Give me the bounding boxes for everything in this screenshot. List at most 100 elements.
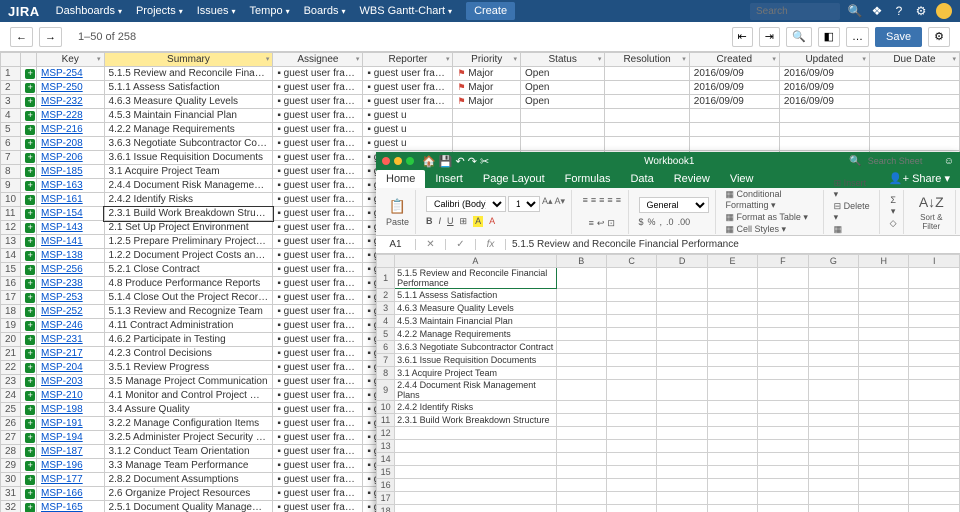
cell-G9[interactable] [808,380,858,401]
menu-dashboards[interactable]: Dashboards▾ [50,2,128,20]
add-cell[interactable]: + [21,459,37,473]
cell-C2[interactable] [606,289,656,302]
assignee-cell[interactable]: ▪ guest user france [273,137,363,151]
assignee-cell[interactable]: ▪ guest user france [273,403,363,417]
sort-group[interactable]: A↓ZSort & Filter [908,190,956,234]
summary-cell[interactable]: 5.2.1 Close Contract [104,263,273,277]
cell-E7[interactable] [707,354,757,367]
key-cell[interactable]: MSP-256 [37,263,105,277]
add-cell[interactable]: + [21,263,37,277]
excel-col-H[interactable]: H [859,255,909,268]
create-button[interactable]: Create [466,2,515,20]
size-select[interactable]: 12 [508,196,540,212]
cell-F17[interactable] [758,492,808,505]
add-icon[interactable]: + [25,503,35,512]
align-right[interactable]: ≡ [589,218,594,228]
assignee-cell[interactable]: ▪ guest user france [273,473,363,487]
formula-text[interactable]: 5.1.5 Review and Reconcile Financial Per… [506,239,960,250]
add-cell[interactable]: + [21,165,37,179]
summary-cell[interactable]: 2.4.2 Identify Risks [104,193,273,207]
cell-B8[interactable] [556,367,606,380]
summary-cell[interactable]: 2.3.1 Build Work Breakdown Structure [104,207,273,221]
cell-B4[interactable] [556,315,606,328]
reporter-cell[interactable]: ▪ guest u [363,109,453,123]
menu-tempo[interactable]: Tempo▾ [244,2,296,20]
quick-access[interactable]: 🏠 💾 ↶ ↷ ✂ [422,155,489,168]
key-cell[interactable]: MSP-232 [37,95,105,109]
cell-H18[interactable] [859,505,909,512]
add-icon[interactable]: + [25,97,35,107]
key-cell[interactable]: MSP-250 [37,81,105,95]
add-cell[interactable]: + [21,67,37,81]
add-cell[interactable]: + [21,235,37,249]
key-cell[interactable]: MSP-238 [37,277,105,291]
excel-rownum[interactable]: 7 [377,354,395,367]
excel-col-A[interactable]: A [395,255,556,268]
col-Assignee[interactable]: Assignee▾ [273,53,363,67]
excel-rownum[interactable]: 10 [377,401,395,414]
cell-F12[interactable] [758,427,808,440]
key-cell[interactable]: MSP-138 [37,249,105,263]
cell-A7[interactable]: 3.6.1 Issue Requisition Documents [395,354,556,367]
col-Updated[interactable]: Updated▾ [779,53,869,67]
cell-G4[interactable] [808,315,858,328]
cell-A2[interactable]: 5.1.1 Assess Satisfaction [395,289,556,302]
add-cell[interactable]: + [21,291,37,305]
issue-link[interactable]: MSP-228 [41,110,83,121]
cell-D5[interactable] [657,328,707,341]
add-cell[interactable]: + [21,389,37,403]
cell-G1[interactable] [808,268,858,289]
add-icon[interactable]: + [25,153,35,163]
cell-C14[interactable] [606,453,656,466]
cell-D18[interactable] [657,505,707,512]
add-icon[interactable]: + [25,419,35,429]
cell-A17[interactable] [395,492,556,505]
issue-link[interactable]: MSP-165 [41,502,83,512]
excel-rownum[interactable]: 17 [377,492,395,505]
cell-I9[interactable] [909,380,960,401]
add-cell[interactable]: + [21,277,37,291]
issue-link[interactable]: MSP-232 [41,96,83,107]
col-Priority[interactable]: Priority▾ [453,53,521,67]
sheet-search[interactable] [868,156,938,166]
issue-link[interactable]: MSP-246 [41,320,83,331]
font-color[interactable]: A [489,216,495,227]
cell-C13[interactable] [606,440,656,453]
cell-H10[interactable] [859,401,909,414]
add-cell[interactable]: + [21,249,37,263]
border-button[interactable]: ⊞ [460,216,468,227]
assignee-cell[interactable]: ▪ guest user france [273,151,363,165]
add-cell[interactable]: + [21,81,37,95]
key-cell[interactable]: MSP-253 [37,291,105,305]
add-icon[interactable]: + [25,279,35,289]
cell-E13[interactable] [707,440,757,453]
add-cell[interactable]: + [21,487,37,501]
excel-rownum[interactable]: 3 [377,302,395,315]
add-cell[interactable]: + [21,109,37,123]
summary-cell[interactable]: 3.3 Manage Team Performance [104,459,273,473]
assignee-cell[interactable]: ▪ guest user france [273,305,363,319]
fill[interactable]: ▾ [891,206,896,217]
col-Reporter[interactable]: Reporter▾ [363,53,453,67]
cell-H1[interactable] [859,268,909,289]
key-cell[interactable]: MSP-217 [37,347,105,361]
cell-E2[interactable] [707,289,757,302]
cell-H4[interactable] [859,315,909,328]
summary-cell[interactable]: 4.2.2 Manage Requirements [104,123,273,137]
cell-I12[interactable] [909,427,960,440]
summary-cell[interactable]: 3.6.3 Negotiate Subcontractor Contract [104,137,273,151]
cell-C3[interactable] [606,302,656,315]
excel-col-B[interactable]: B [556,255,606,268]
cancel-icon[interactable]: ✕ [416,239,446,250]
assignee-cell[interactable]: ▪ guest user france [273,347,363,361]
issue-link[interactable]: MSP-198 [41,404,83,415]
summary-cell[interactable]: 2.8.2 Document Assumptions [104,473,273,487]
assignee-cell[interactable]: ▪ guest user france [273,417,363,431]
cell-H12[interactable] [859,427,909,440]
cell-D17[interactable] [657,492,707,505]
add-icon[interactable]: + [25,195,35,205]
cell-F5[interactable] [758,328,808,341]
cell-B6[interactable] [556,341,606,354]
cell-C18[interactable] [606,505,656,512]
align-top[interactable]: ≡ [583,195,588,205]
